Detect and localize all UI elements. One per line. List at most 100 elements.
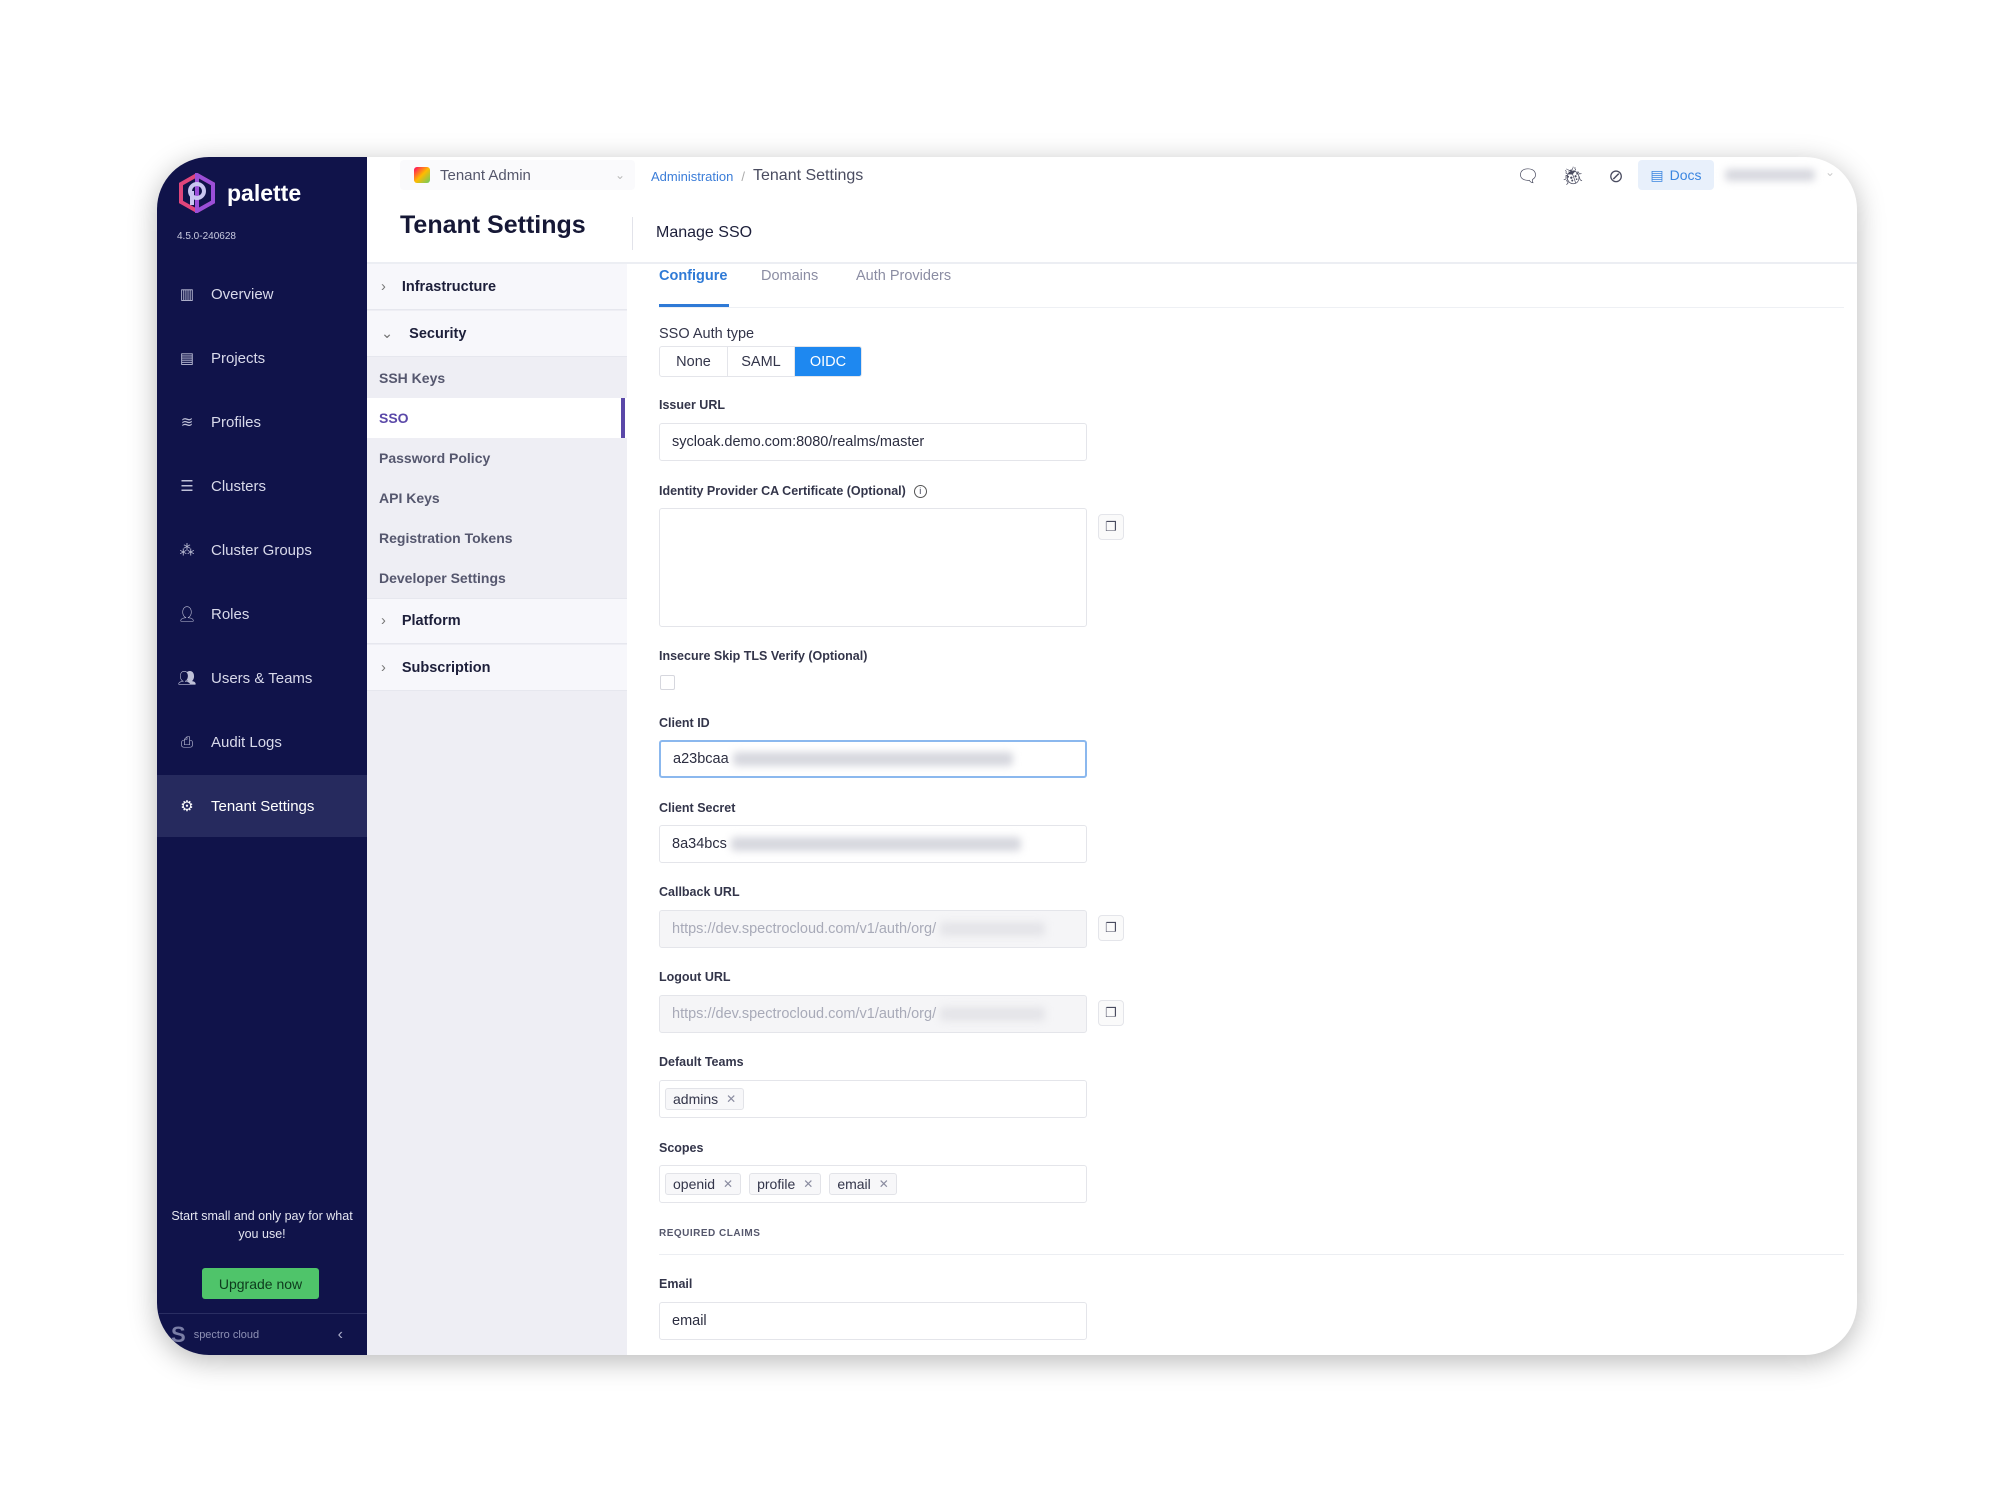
remove-tag-icon[interactable]: ✕	[723, 1177, 733, 1191]
tab-auth-providers[interactable]: Auth Providers	[856, 268, 951, 284]
tenant-icon	[414, 167, 430, 183]
tag-label: admins	[673, 1091, 719, 1107]
bug-icon[interactable]: 🐞︎	[1560, 163, 1586, 189]
auth-type-saml[interactable]: SAML	[728, 347, 795, 376]
remove-tag-icon[interactable]: ✕	[726, 1092, 736, 1106]
tag-label: openid	[673, 1176, 716, 1192]
sidebar-item-audit-logs[interactable]: ⎙ Audit Logs	[157, 711, 367, 773]
sidebar-item-cluster-groups[interactable]: ⁂ Cluster Groups	[157, 519, 367, 581]
info-icon[interactable]: i	[913, 484, 927, 498]
scope-label: Tenant Admin	[440, 166, 531, 184]
redacted	[732, 752, 1013, 766]
sidebar-item-profiles[interactable]: ≋ Profiles	[157, 391, 367, 453]
scope-tag: openid ✕	[665, 1173, 742, 1195]
auth-type-none[interactable]: None	[660, 347, 728, 376]
menu-registration-tokens[interactable]: Registration Tokens	[367, 518, 627, 558]
menu-developer-settings[interactable]: Developer Settings	[367, 558, 627, 598]
redacted	[730, 837, 1021, 851]
email-claim-label: Email	[659, 1277, 693, 1291]
user-menu-redacted[interactable]	[1725, 169, 1815, 181]
scope-selector[interactable]: Tenant Admin ⌄	[400, 160, 635, 190]
menu-subscription[interactable]: › Subscription	[367, 645, 627, 691]
sidebar: palette 4.5.0-240628 ▥ Overview ▤ Projects…	[157, 157, 367, 1355]
sidebar-item-label: Projects	[211, 349, 266, 367]
sidebar-item-users-teams[interactable]: 👥︎ Users & Teams	[157, 647, 367, 709]
email-claim-value: email	[672, 1313, 707, 1329]
spectro-cloud-logo-icon: S	[171, 1321, 186, 1347]
auth-type-label: SSO Auth type	[659, 326, 755, 342]
menu-security[interactable]: ⌄ Security	[367, 311, 627, 357]
copy-icon[interactable]: ❐	[1098, 514, 1124, 540]
issuer-url-input[interactable]: sycloak.demo.com:8080/realms/master	[659, 423, 1087, 461]
section-title: Manage SSO	[656, 224, 753, 241]
scopes-label: Scopes	[659, 1141, 704, 1155]
palette-logo-icon	[179, 173, 215, 213]
scopes-input[interactable]: openid ✕ profile ✕ email ✕	[659, 1165, 1087, 1203]
claims-divider	[659, 1254, 1844, 1255]
sso-form: Configure Domains Auth Providers SSO Aut…	[659, 264, 1849, 1355]
upgrade-button[interactable]: Upgrade now	[202, 1268, 319, 1299]
email-claim-input[interactable]: email	[659, 1302, 1087, 1340]
ca-cert-label-row: Identity Provider CA Certificate (Option…	[659, 484, 927, 498]
sidebar-item-roles[interactable]: 👤︎ Roles	[157, 583, 367, 645]
client-secret-input[interactable]: 8a34bcs	[659, 825, 1087, 863]
tag-label: email	[837, 1176, 871, 1192]
copy-callback-icon[interactable]: ❐	[1098, 915, 1124, 941]
settings-menu: › Infrastructure ⌄ Security SSH Keys SSO P…	[367, 264, 627, 1355]
remove-tag-icon[interactable]: ✕	[879, 1177, 889, 1191]
nodes-icon: ⁂	[179, 542, 195, 559]
client-secret-value: 8a34bcs	[672, 836, 727, 852]
sidebar-item-label: Clusters	[211, 477, 267, 495]
logout-url-value: https://dev.spectrocloud.com/v1/auth/org…	[672, 1006, 937, 1022]
menu-password-policy[interactable]: Password Policy	[367, 438, 627, 478]
client-id-input[interactable]: a23bcaa	[659, 740, 1087, 778]
logo[interactable]: palette	[177, 173, 301, 213]
ca-cert-label: Identity Provider CA Certificate (Option…	[659, 484, 906, 498]
list-icon: ☰	[180, 478, 194, 495]
sidebar-item-label: Tenant Settings	[211, 797, 315, 815]
menu-api-keys[interactable]: API Keys	[367, 478, 627, 518]
tab-configure[interactable]: Configure	[659, 268, 727, 284]
breadcrumb-administration[interactable]: Administration	[651, 169, 733, 184]
tab-domains[interactable]: Domains	[761, 268, 818, 284]
auth-type-segmented: None SAML OIDC	[659, 346, 862, 377]
chat-icon[interactable]: 🗨︎	[1515, 163, 1541, 189]
scope-tag: email ✕	[829, 1173, 897, 1195]
menu-infrastructure[interactable]: › Infrastructure	[367, 264, 627, 310]
callback-url-input[interactable]: https://dev.spectrocloud.com/v1/auth/org…	[659, 910, 1087, 948]
app-window: palette 4.5.0-240628 ▥ Overview ▤ Projects…	[157, 157, 1857, 1355]
menu-sso[interactable]: SSO	[367, 398, 627, 438]
sidebar-item-projects[interactable]: ▤ Projects	[157, 327, 367, 389]
ca-cert-textarea[interactable]	[659, 508, 1087, 627]
tls-checkbox[interactable]	[660, 675, 675, 690]
logout-url-input[interactable]: https://dev.spectrocloud.com/v1/auth/org…	[659, 995, 1087, 1033]
menu-label: Security	[409, 325, 467, 342]
menu-platform[interactable]: › Platform	[367, 598, 627, 644]
page-title: Tenant Settings	[400, 211, 586, 239]
sidebar-item-label: Profiles	[211, 413, 262, 431]
default-teams-input[interactable]: admins ✕	[659, 1080, 1087, 1118]
collapse-sidebar-icon[interactable]: ‹	[338, 1326, 343, 1344]
client-id-label: Client ID	[659, 716, 710, 730]
menu-ssh-keys[interactable]: SSH Keys	[367, 358, 627, 398]
user-menu-chevron-icon[interactable]: ⌄	[1825, 165, 1835, 179]
issuer-url-label: Issuer URL	[659, 398, 725, 412]
remove-tag-icon[interactable]: ✕	[803, 1177, 813, 1191]
sidebar-item-overview[interactable]: ▥ Overview	[157, 263, 367, 325]
chart-icon: ▥	[179, 286, 195, 303]
docs-button[interactable]: ▤ Docs	[1638, 160, 1714, 190]
compass-icon[interactable]: ⊘	[1603, 163, 1629, 189]
chevron-right-icon: ›	[381, 278, 386, 295]
sidebar-item-tenant-settings[interactable]: ⚙ Tenant Settings	[157, 775, 367, 837]
auth-type-oidc[interactable]: OIDC	[795, 347, 861, 376]
sidebar-item-clusters[interactable]: ☰ Clusters	[157, 455, 367, 517]
copy-logout-icon[interactable]: ❐	[1098, 1000, 1124, 1026]
menu-label: Infrastructure	[401, 278, 497, 295]
scope-tag: profile ✕	[749, 1173, 822, 1195]
sidebar-item-label: Roles	[211, 605, 250, 623]
sidebar-item-label: Cluster Groups	[211, 541, 312, 559]
menu-label: Platform	[401, 613, 461, 629]
sidebar-item-label: Users & Teams	[211, 669, 313, 687]
menu-label: SSO	[379, 410, 409, 426]
required-claims-heading: REQUIRED CLAIMS	[659, 1228, 761, 1239]
